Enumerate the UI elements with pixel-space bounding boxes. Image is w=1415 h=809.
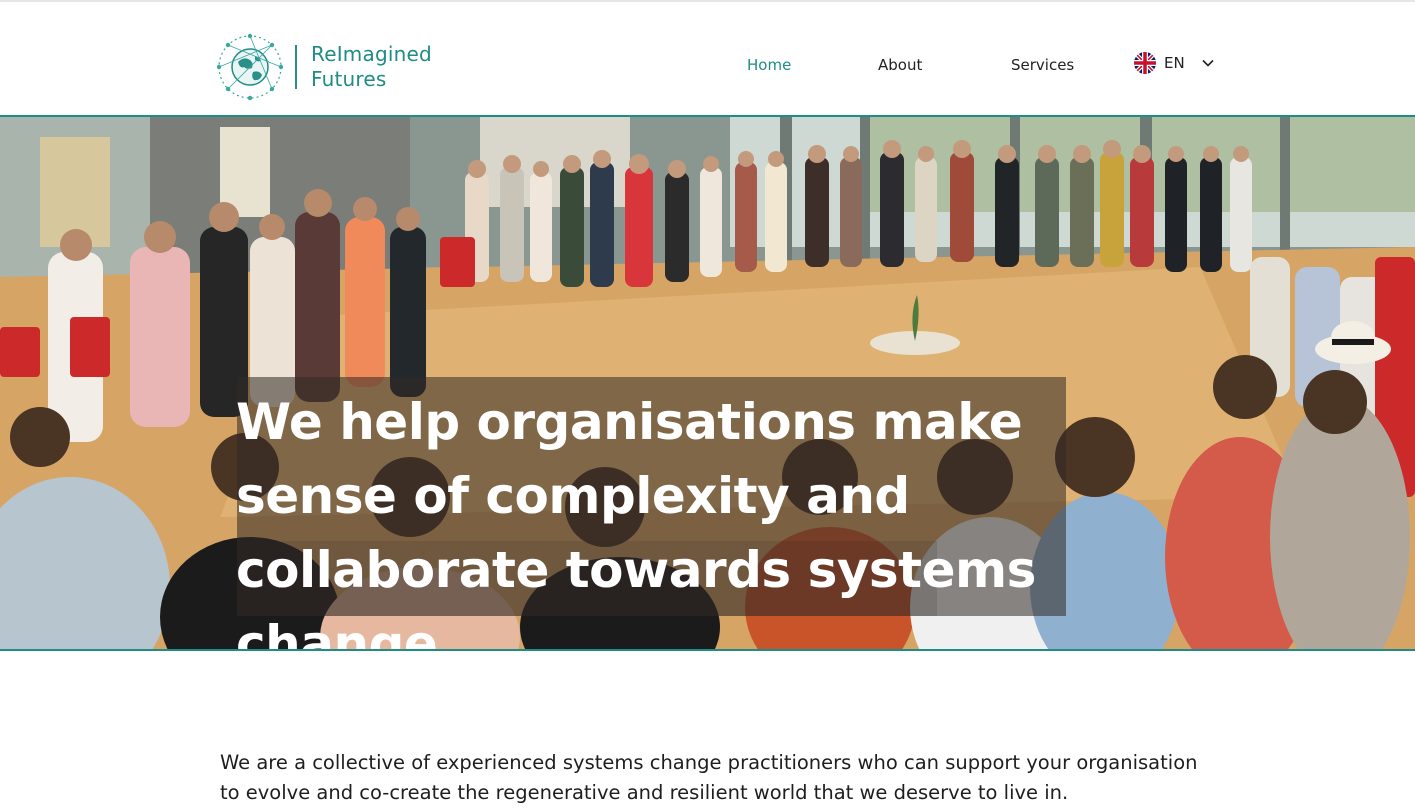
chevron-down-icon — [1202, 59, 1214, 67]
nav-item-about[interactable]: About — [878, 52, 948, 78]
nav-item-home[interactable]: Home — [747, 52, 807, 78]
logo[interactable]: ReImagined Futures — [215, 32, 455, 102]
nav-item-services[interactable]: Services — [1011, 52, 1091, 78]
language-label: EN — [1164, 54, 1185, 72]
logo-line-2: Futures — [311, 67, 387, 91]
logo-line-1: ReImagined — [311, 42, 432, 66]
hero-banner: We help organisations make sense of comp… — [0, 117, 1415, 649]
hero-headline: We help organisations make sense of comp… — [236, 393, 1036, 649]
globe-network-logo-icon — [216, 33, 284, 101]
logo-wordmark: ReImagined Futures — [311, 42, 432, 92]
intro-paragraph: We are a collective of experienced syste… — [220, 751, 1198, 804]
uk-flag-icon — [1134, 52, 1156, 74]
logo-divider — [295, 45, 297, 89]
language-selector[interactable]: EN — [1134, 50, 1224, 76]
hero-bottom-border — [0, 649, 1415, 651]
